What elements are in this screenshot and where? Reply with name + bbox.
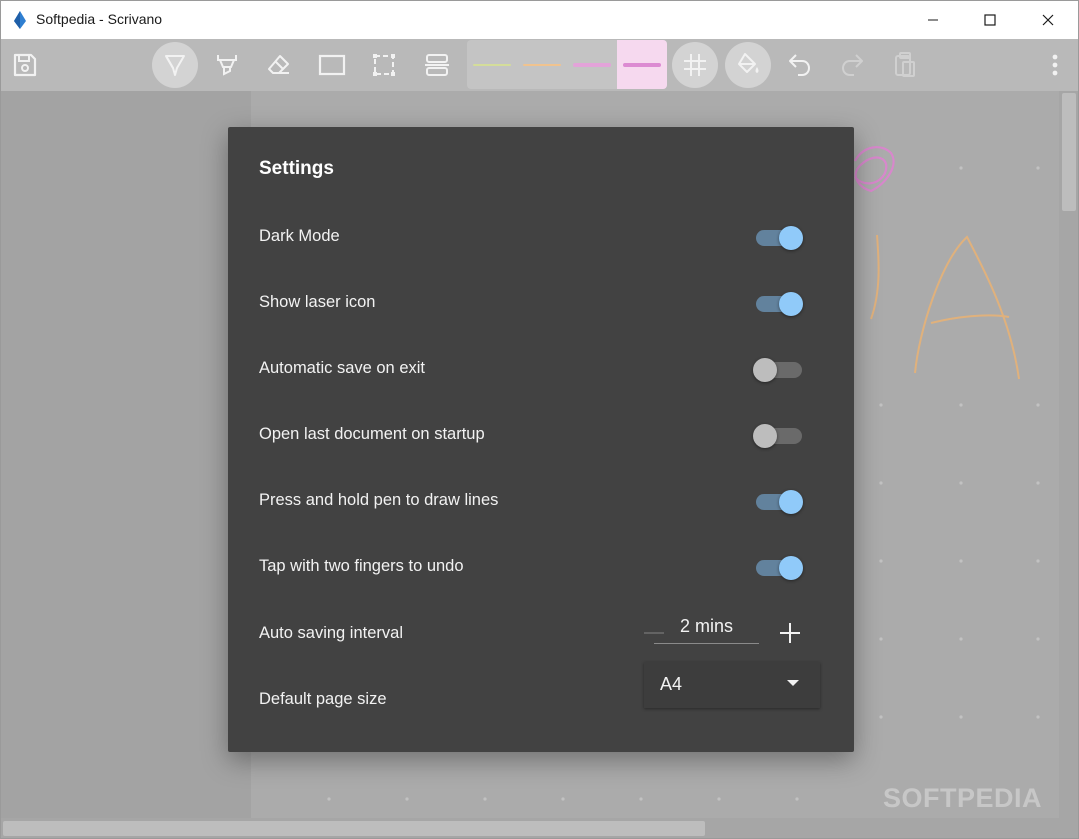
- page-size-value: A4: [660, 674, 683, 694]
- setting-auto-save-on-exit: Automatic save on exit: [259, 353, 819, 385]
- more-options-button[interactable]: [1032, 42, 1078, 88]
- vertical-scrollbar-thumb[interactable]: [1062, 93, 1076, 211]
- setting-open-last-document: Open last document on startup: [259, 419, 819, 451]
- app-window: Softpedia - Scrivano SOFTPEDIA Settings …: [0, 0, 1079, 839]
- color-swatch[interactable]: [567, 40, 617, 89]
- rectangle-icon: [318, 54, 346, 76]
- setting-two-finger-undo: Tap with two fingers to undo: [259, 551, 819, 583]
- show-laser-icon-toggle[interactable]: [755, 287, 805, 319]
- setting-label: Press and hold pen to draw lines: [259, 491, 499, 509]
- highlighter-tool-button[interactable]: [204, 42, 250, 88]
- eraser-icon: [268, 55, 289, 74]
- redo-icon: [841, 54, 863, 76]
- selection-icon: [373, 54, 395, 76]
- insert-space-icon: [425, 54, 449, 76]
- setting-default-page-size: Default page size A4: [259, 662, 820, 716]
- press-hold-lines-toggle[interactable]: [755, 485, 805, 517]
- setting-dark-mode: Dark Mode: [259, 221, 819, 253]
- dark-mode-toggle[interactable]: [755, 221, 805, 253]
- minimize-button[interactable]: [904, 1, 962, 39]
- close-button[interactable]: [1019, 1, 1077, 39]
- plus-icon: [780, 623, 800, 643]
- page-size-dropdown[interactable]: A4: [644, 662, 820, 708]
- fill-icon: [738, 53, 759, 73]
- setting-label: Tap with two fingers to undo: [259, 557, 464, 575]
- window-title: Softpedia - Scrivano: [36, 11, 163, 27]
- setting-press-hold-lines: Press and hold pen to draw lines: [259, 485, 819, 517]
- pen-tool-button[interactable]: [152, 42, 198, 88]
- open-last-document-toggle[interactable]: [753, 419, 805, 451]
- dropdown-arrow-icon: [787, 680, 799, 686]
- save-icon: [13, 53, 37, 77]
- title-bar: Softpedia - Scrivano: [1, 1, 1078, 39]
- undo-button[interactable]: [777, 42, 823, 88]
- toolbar: [1, 39, 1078, 91]
- highlighter-icon: [217, 55, 237, 76]
- setting-show-laser-icon: Show laser icon: [259, 287, 819, 319]
- close-icon: [1042, 14, 1054, 26]
- app-icon: [14, 11, 26, 29]
- paste-icon: [895, 52, 915, 77]
- grid-icon: [684, 54, 706, 76]
- setting-label: Automatic save on exit: [259, 359, 425, 377]
- grid-toggle-button[interactable]: [672, 42, 718, 88]
- insert-space-tool-button[interactable]: [414, 42, 460, 88]
- auto-save-on-exit-toggle[interactable]: [753, 353, 805, 385]
- increase-interval-button[interactable]: [777, 620, 803, 646]
- minimize-icon: [928, 19, 938, 21]
- dialog-title: Settings: [259, 158, 334, 179]
- setting-auto-saving-interval: Auto saving interval 2 mins: [259, 616, 819, 650]
- setting-label: Default page size: [259, 690, 387, 708]
- settings-dialog: Settings Dark Mode Show laser icon Autom…: [228, 127, 854, 752]
- color-swatch[interactable]: [517, 40, 567, 89]
- color-palette: [467, 40, 667, 89]
- softpedia-watermark: SOFTPEDIA: [883, 783, 1043, 813]
- selection-tool-button[interactable]: [361, 42, 407, 88]
- horizontal-scrollbar-thumb[interactable]: [3, 821, 705, 836]
- color-swatch[interactable]: [467, 40, 517, 89]
- setting-label: Show laser icon: [259, 293, 376, 311]
- setting-label: Open last document on startup: [259, 425, 485, 443]
- rectangle-tool-button[interactable]: [309, 42, 355, 88]
- auto-saving-interval-value[interactable]: 2 mins: [654, 612, 759, 644]
- maximize-icon: [984, 14, 996, 26]
- color-swatch-selected[interactable]: [617, 40, 667, 89]
- pen-icon: [165, 55, 185, 76]
- redo-button[interactable]: [829, 42, 875, 88]
- undo-icon: [789, 54, 811, 76]
- eraser-tool-button[interactable]: [256, 42, 302, 88]
- paste-button[interactable]: [882, 42, 928, 88]
- setting-label: Dark Mode: [259, 227, 340, 245]
- more-icon: [1052, 54, 1058, 76]
- maximize-button[interactable]: [961, 1, 1019, 39]
- save-button[interactable]: [2, 42, 48, 88]
- fill-toggle-button[interactable]: [725, 42, 771, 88]
- setting-label: Auto saving interval: [259, 624, 403, 642]
- two-finger-undo-toggle[interactable]: [755, 551, 805, 583]
